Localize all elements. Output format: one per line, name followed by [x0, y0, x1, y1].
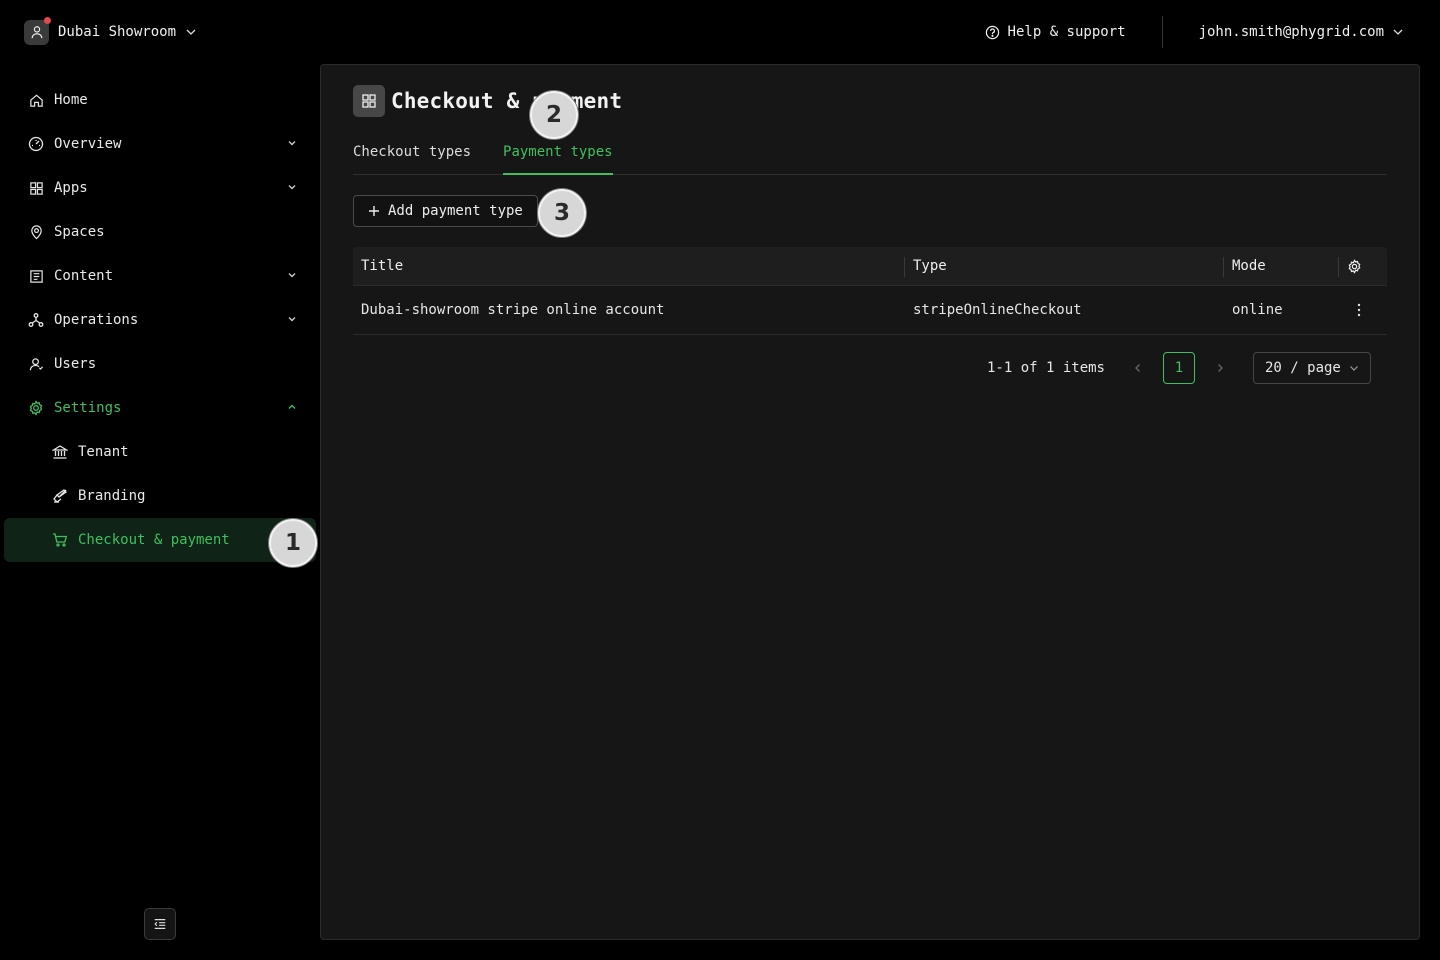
sidebar-item-label: Content [54, 268, 114, 284]
column-header-title[interactable]: Title [353, 247, 905, 285]
collapse-sidebar-button[interactable] [144, 908, 176, 940]
chevron-down-icon [286, 313, 298, 325]
add-payment-type-button[interactable]: Add payment type [353, 195, 538, 227]
sidebar-item-home[interactable]: Home [0, 78, 320, 122]
column-settings-button[interactable] [1339, 247, 1387, 285]
menu-fold-icon [153, 917, 167, 931]
sidebar-item-tenant[interactable]: Tenant [0, 430, 320, 474]
cell-title: Dubai-showroom stripe online account [361, 302, 665, 318]
add-button-label: Add payment type [388, 203, 523, 219]
sidebar-item-label: Branding [78, 488, 146, 504]
column-header-mode[interactable]: Mode [1224, 247, 1339, 285]
chevron-down-icon [1349, 363, 1359, 373]
apps-icon [353, 85, 385, 117]
chevron-down-icon [1392, 26, 1404, 38]
user-email: john.smith@phygrid.com [1198, 24, 1384, 40]
page-size-select[interactable]: 20 / page [1253, 352, 1371, 384]
table-header: Title Type Mode [353, 247, 1387, 286]
location-pin-icon [28, 224, 44, 240]
main-panel: Checkout & payment Checkout types Paymen… [320, 64, 1420, 940]
column-header-type[interactable]: Type [905, 247, 1224, 285]
help-support-link[interactable]: Help & support [985, 24, 1126, 40]
sidebar-item-label: Spaces [54, 224, 105, 240]
sidebar-item-spaces[interactable]: Spaces [0, 210, 320, 254]
topbar-divider [1161, 16, 1163, 48]
bank-icon [52, 444, 68, 460]
chevron-down-icon [286, 137, 298, 149]
operations-icon [28, 312, 44, 328]
cell-mode: online [1232, 302, 1283, 318]
tenant-switcher[interactable]: Dubai Showroom [24, 16, 197, 45]
help-label: Help & support [1007, 24, 1126, 40]
sidebar-item-users[interactable]: Users [0, 342, 320, 386]
user-menu[interactable]: john.smith@phygrid.com [1199, 24, 1404, 40]
more-vertical-icon [1357, 303, 1387, 317]
gear-icon [28, 400, 44, 416]
sidebar-item-content[interactable]: Content [0, 254, 320, 298]
sidebar-item-label: Overview [54, 136, 122, 152]
next-page-button[interactable] [1205, 363, 1235, 373]
page-title: Checkout & payment [391, 89, 623, 113]
payment-types-table: Title Type Mode Dubai-showroom stripe on… [353, 247, 1387, 335]
notification-dot [44, 16, 51, 24]
step-marker-1: 1 [269, 519, 317, 567]
dashboard-icon [28, 136, 44, 152]
tab-bar: Checkout types Payment types [353, 133, 1387, 175]
apps-icon [28, 180, 44, 196]
sidebar-item-operations[interactable]: Operations [0, 298, 320, 342]
sidebar-item-label: Checkout & payment [78, 532, 230, 548]
step-marker-2: 2 [530, 91, 578, 139]
pagination-total: 1-1 of 1 items [986, 360, 1105, 376]
sidebar-item-overview[interactable]: Overview [0, 122, 320, 166]
chevron-left-icon [1133, 363, 1143, 373]
cart-icon [52, 532, 68, 548]
sidebar-item-label: Apps [54, 180, 88, 196]
chevron-up-icon [286, 401, 298, 413]
chevron-right-icon [1215, 363, 1225, 373]
sidebar-item-label: Operations [54, 312, 139, 328]
sidebar-item-label: Settings [54, 400, 122, 416]
gear-icon [1347, 258, 1362, 274]
help-circle-icon [985, 25, 1000, 40]
table-row[interactable]: Dubai-showroom stripe online account str… [353, 286, 1387, 335]
content-icon [28, 268, 44, 284]
sidebar-item-apps[interactable]: Apps [0, 166, 320, 210]
step-marker-3: 3 [538, 189, 586, 237]
users-icon [28, 356, 44, 372]
prev-page-button[interactable] [1123, 363, 1153, 373]
pagination: 1-1 of 1 items 1 20 / page [987, 352, 1371, 384]
sidebar-item-label: Users [54, 356, 97, 372]
page-number-button[interactable]: 1 [1163, 352, 1195, 384]
sidebar-item-label: Home [54, 92, 88, 108]
tab-checkout-types[interactable]: Checkout types [353, 133, 471, 175]
sidebar: Home Overview Apps Spaces Content Operat… [0, 78, 320, 562]
brush-icon [52, 488, 68, 504]
sidebar-item-settings[interactable]: Settings [0, 386, 320, 430]
tenant-name: Dubai Showroom [58, 24, 177, 40]
sidebar-item-branding[interactable]: Branding [0, 474, 320, 518]
chevron-down-icon [286, 269, 298, 281]
home-icon [28, 92, 44, 108]
page-size-value: 20 / page [1265, 360, 1341, 376]
user-icon [30, 25, 44, 39]
plus-icon [368, 205, 380, 217]
row-actions-button[interactable] [1339, 303, 1387, 317]
page-header: Checkout & payment [353, 85, 622, 117]
chevron-down-icon [185, 26, 197, 38]
tenant-avatar [24, 16, 51, 45]
cell-type: stripeOnlineCheckout [913, 302, 1082, 318]
tab-payment-types[interactable]: Payment types [503, 133, 613, 175]
sidebar-item-label: Tenant [78, 444, 129, 460]
chevron-down-icon [286, 181, 298, 193]
